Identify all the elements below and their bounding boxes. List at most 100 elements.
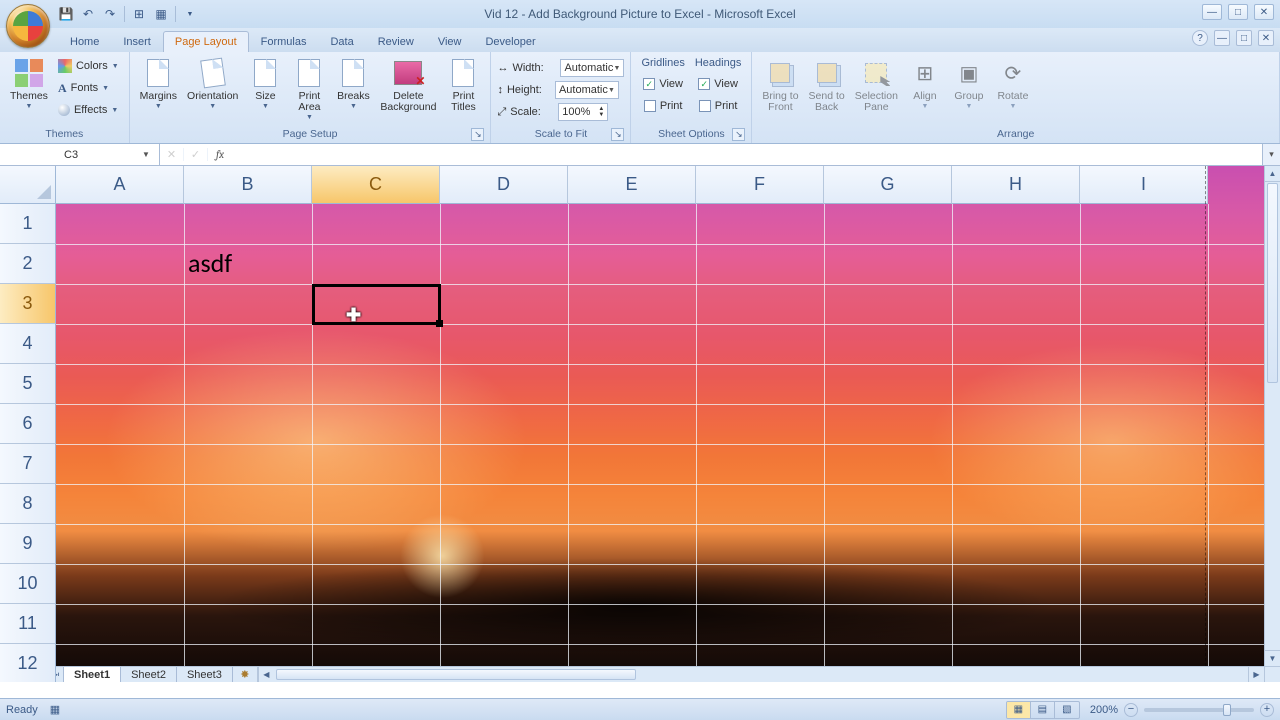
delete-background-button[interactable]: Delete Background <box>376 55 440 115</box>
undo-icon[interactable]: ↶ <box>80 6 96 22</box>
column-header-f[interactable]: F <box>696 166 824 204</box>
bring-to-front-button[interactable]: Bring to Front <box>758 55 802 115</box>
minimize-button[interactable]: — <box>1202 4 1222 20</box>
send-to-back-button[interactable]: Send to Back <box>805 55 849 115</box>
page-break-view-button[interactable]: ▧ <box>1055 702 1079 718</box>
sheet-tab-sheet1[interactable]: Sheet1 <box>63 667 121 682</box>
headings-view-checkbox[interactable]: ✓View <box>698 73 738 95</box>
row-header-1[interactable]: 1 <box>0 204 56 244</box>
row-header-8[interactable]: 8 <box>0 484 56 524</box>
column-header-c[interactable]: C <box>312 166 440 204</box>
mdi-minimize-button[interactable]: — <box>1214 30 1230 46</box>
scroll-up-button[interactable]: ▲ <box>1265 166 1280 182</box>
save-icon[interactable]: 💾 <box>58 6 74 22</box>
breaks-button[interactable]: Breaks▼ <box>332 55 374 112</box>
tab-view[interactable]: View <box>426 31 474 52</box>
colors-button[interactable]: Colors ▼ <box>54 55 123 77</box>
column-header-i[interactable]: I <box>1080 166 1208 204</box>
zoom-thumb[interactable] <box>1223 704 1231 716</box>
row-header-12[interactable]: 12 <box>0 644 56 682</box>
horizontal-scrollbar[interactable]: ◀ ▶ <box>257 667 1264 682</box>
macro-record-icon[interactable]: ▦ <box>50 703 60 716</box>
effects-button[interactable]: Effects ▼ <box>54 99 123 121</box>
tab-insert[interactable]: Insert <box>111 31 163 52</box>
sheet-tab-sheet3[interactable]: Sheet3 <box>176 667 233 682</box>
align-button[interactable]: ⊞Align▼ <box>904 55 946 112</box>
cancel-formula-button[interactable]: ✕ <box>160 148 184 161</box>
themes-button[interactable]: Themes ▼ <box>6 55 52 112</box>
scroll-down-button[interactable]: ▼ <box>1265 650 1280 666</box>
formula-input[interactable] <box>232 144 1262 165</box>
column-header-b[interactable]: B <box>184 166 312 204</box>
zoom-value[interactable]: 200% <box>1090 704 1118 716</box>
size-button[interactable]: Size▼ <box>244 55 286 112</box>
fx-icon[interactable]: fx <box>208 148 232 161</box>
print-titles-button[interactable]: Print Titles <box>442 55 484 115</box>
margins-button[interactable]: Margins▼ <box>136 55 181 112</box>
zoom-in-button[interactable]: + <box>1260 703 1274 717</box>
row-header-4[interactable]: 4 <box>0 324 56 364</box>
selection-pane-button[interactable]: Selection Pane <box>851 55 902 115</box>
page-setup-dialog-launcher[interactable]: ↘ <box>471 128 484 141</box>
page-layout-view-button[interactable]: ▤ <box>1031 702 1055 718</box>
height-select[interactable]: Automatic▼ <box>555 81 619 99</box>
row-header-7[interactable]: 7 <box>0 444 56 484</box>
qat-custom1-icon[interactable]: ⊞ <box>131 6 147 22</box>
help-button[interactable]: ? <box>1192 30 1208 46</box>
scroll-thumb[interactable] <box>276 669 636 680</box>
row-header-11[interactable]: 11 <box>0 604 56 644</box>
maximize-button[interactable]: □ <box>1228 4 1248 20</box>
gridlines-print-checkbox[interactable]: Print <box>644 95 683 117</box>
tab-developer[interactable]: Developer <box>473 31 547 52</box>
office-button[interactable] <box>6 4 50 48</box>
print-area-button[interactable]: Print Area▼ <box>288 55 330 123</box>
enter-formula-button[interactable]: ✓ <box>184 148 208 161</box>
column-header-d[interactable]: D <box>440 166 568 204</box>
tab-review[interactable]: Review <box>366 31 426 52</box>
qat-customize-icon[interactable]: ▼ <box>182 6 198 22</box>
zoom-out-button[interactable]: − <box>1124 703 1138 717</box>
scroll-left-button[interactable]: ◀ <box>258 667 274 682</box>
normal-view-button[interactable]: ▦ <box>1007 702 1031 718</box>
vertical-scrollbar[interactable]: ▲ ▼ <box>1264 166 1280 666</box>
fonts-button[interactable]: A Fonts ▼ <box>54 77 123 99</box>
row-header-5[interactable]: 5 <box>0 364 56 404</box>
name-box[interactable]: C3 ▼ <box>0 144 160 165</box>
column-header-h[interactable]: H <box>952 166 1080 204</box>
sheet-options-dialog-launcher[interactable]: ↘ <box>732 128 745 141</box>
zoom-slider[interactable] <box>1144 708 1254 712</box>
width-select[interactable]: Automatic▼ <box>560 59 624 77</box>
row-header-6[interactable]: 6 <box>0 404 56 444</box>
select-all-button[interactable] <box>0 166 56 204</box>
scale-dialog-launcher[interactable]: ↘ <box>611 128 624 141</box>
row-header-10[interactable]: 10 <box>0 564 56 604</box>
tab-formulas[interactable]: Formulas <box>249 31 319 52</box>
row-header-2[interactable]: 2 <box>0 244 56 284</box>
name-box-dropdown-icon[interactable]: ▼ <box>139 150 153 159</box>
redo-icon[interactable]: ↷ <box>102 6 118 22</box>
cell-grid[interactable]: asdf ✚ <box>56 204 1264 666</box>
orientation-button[interactable]: Orientation▼ <box>183 55 242 112</box>
qat-custom2-icon[interactable]: ▦ <box>153 6 169 22</box>
tab-data[interactable]: Data <box>318 31 365 52</box>
expand-formula-bar-button[interactable]: ▾ <box>1262 144 1280 165</box>
active-cell-c3[interactable] <box>312 284 441 325</box>
column-header-g[interactable]: G <box>824 166 952 204</box>
tab-page-layout[interactable]: Page Layout <box>163 31 249 52</box>
row-header-9[interactable]: 9 <box>0 524 56 564</box>
gridlines-view-checkbox[interactable]: ✓View <box>643 73 683 95</box>
tab-home[interactable]: Home <box>58 31 111 52</box>
sheet-tab-sheet2[interactable]: Sheet2 <box>120 667 177 682</box>
group-button[interactable]: ▣Group▼ <box>948 55 990 112</box>
scroll-thumb[interactable] <box>1267 183 1278 383</box>
column-header-a[interactable]: A <box>56 166 184 204</box>
cell-b2[interactable]: asdf <box>188 247 232 279</box>
row-header-3[interactable]: 3 <box>0 284 56 324</box>
mdi-restore-button[interactable]: □ <box>1236 30 1252 46</box>
column-header-e[interactable]: E <box>568 166 696 204</box>
headings-print-checkbox[interactable]: Print <box>699 95 738 117</box>
rotate-button[interactable]: ⟳Rotate▼ <box>992 55 1034 112</box>
new-sheet-button[interactable]: ✸ <box>233 667 257 682</box>
close-button[interactable]: ✕ <box>1254 4 1274 20</box>
mdi-close-button[interactable]: ✕ <box>1258 30 1274 46</box>
